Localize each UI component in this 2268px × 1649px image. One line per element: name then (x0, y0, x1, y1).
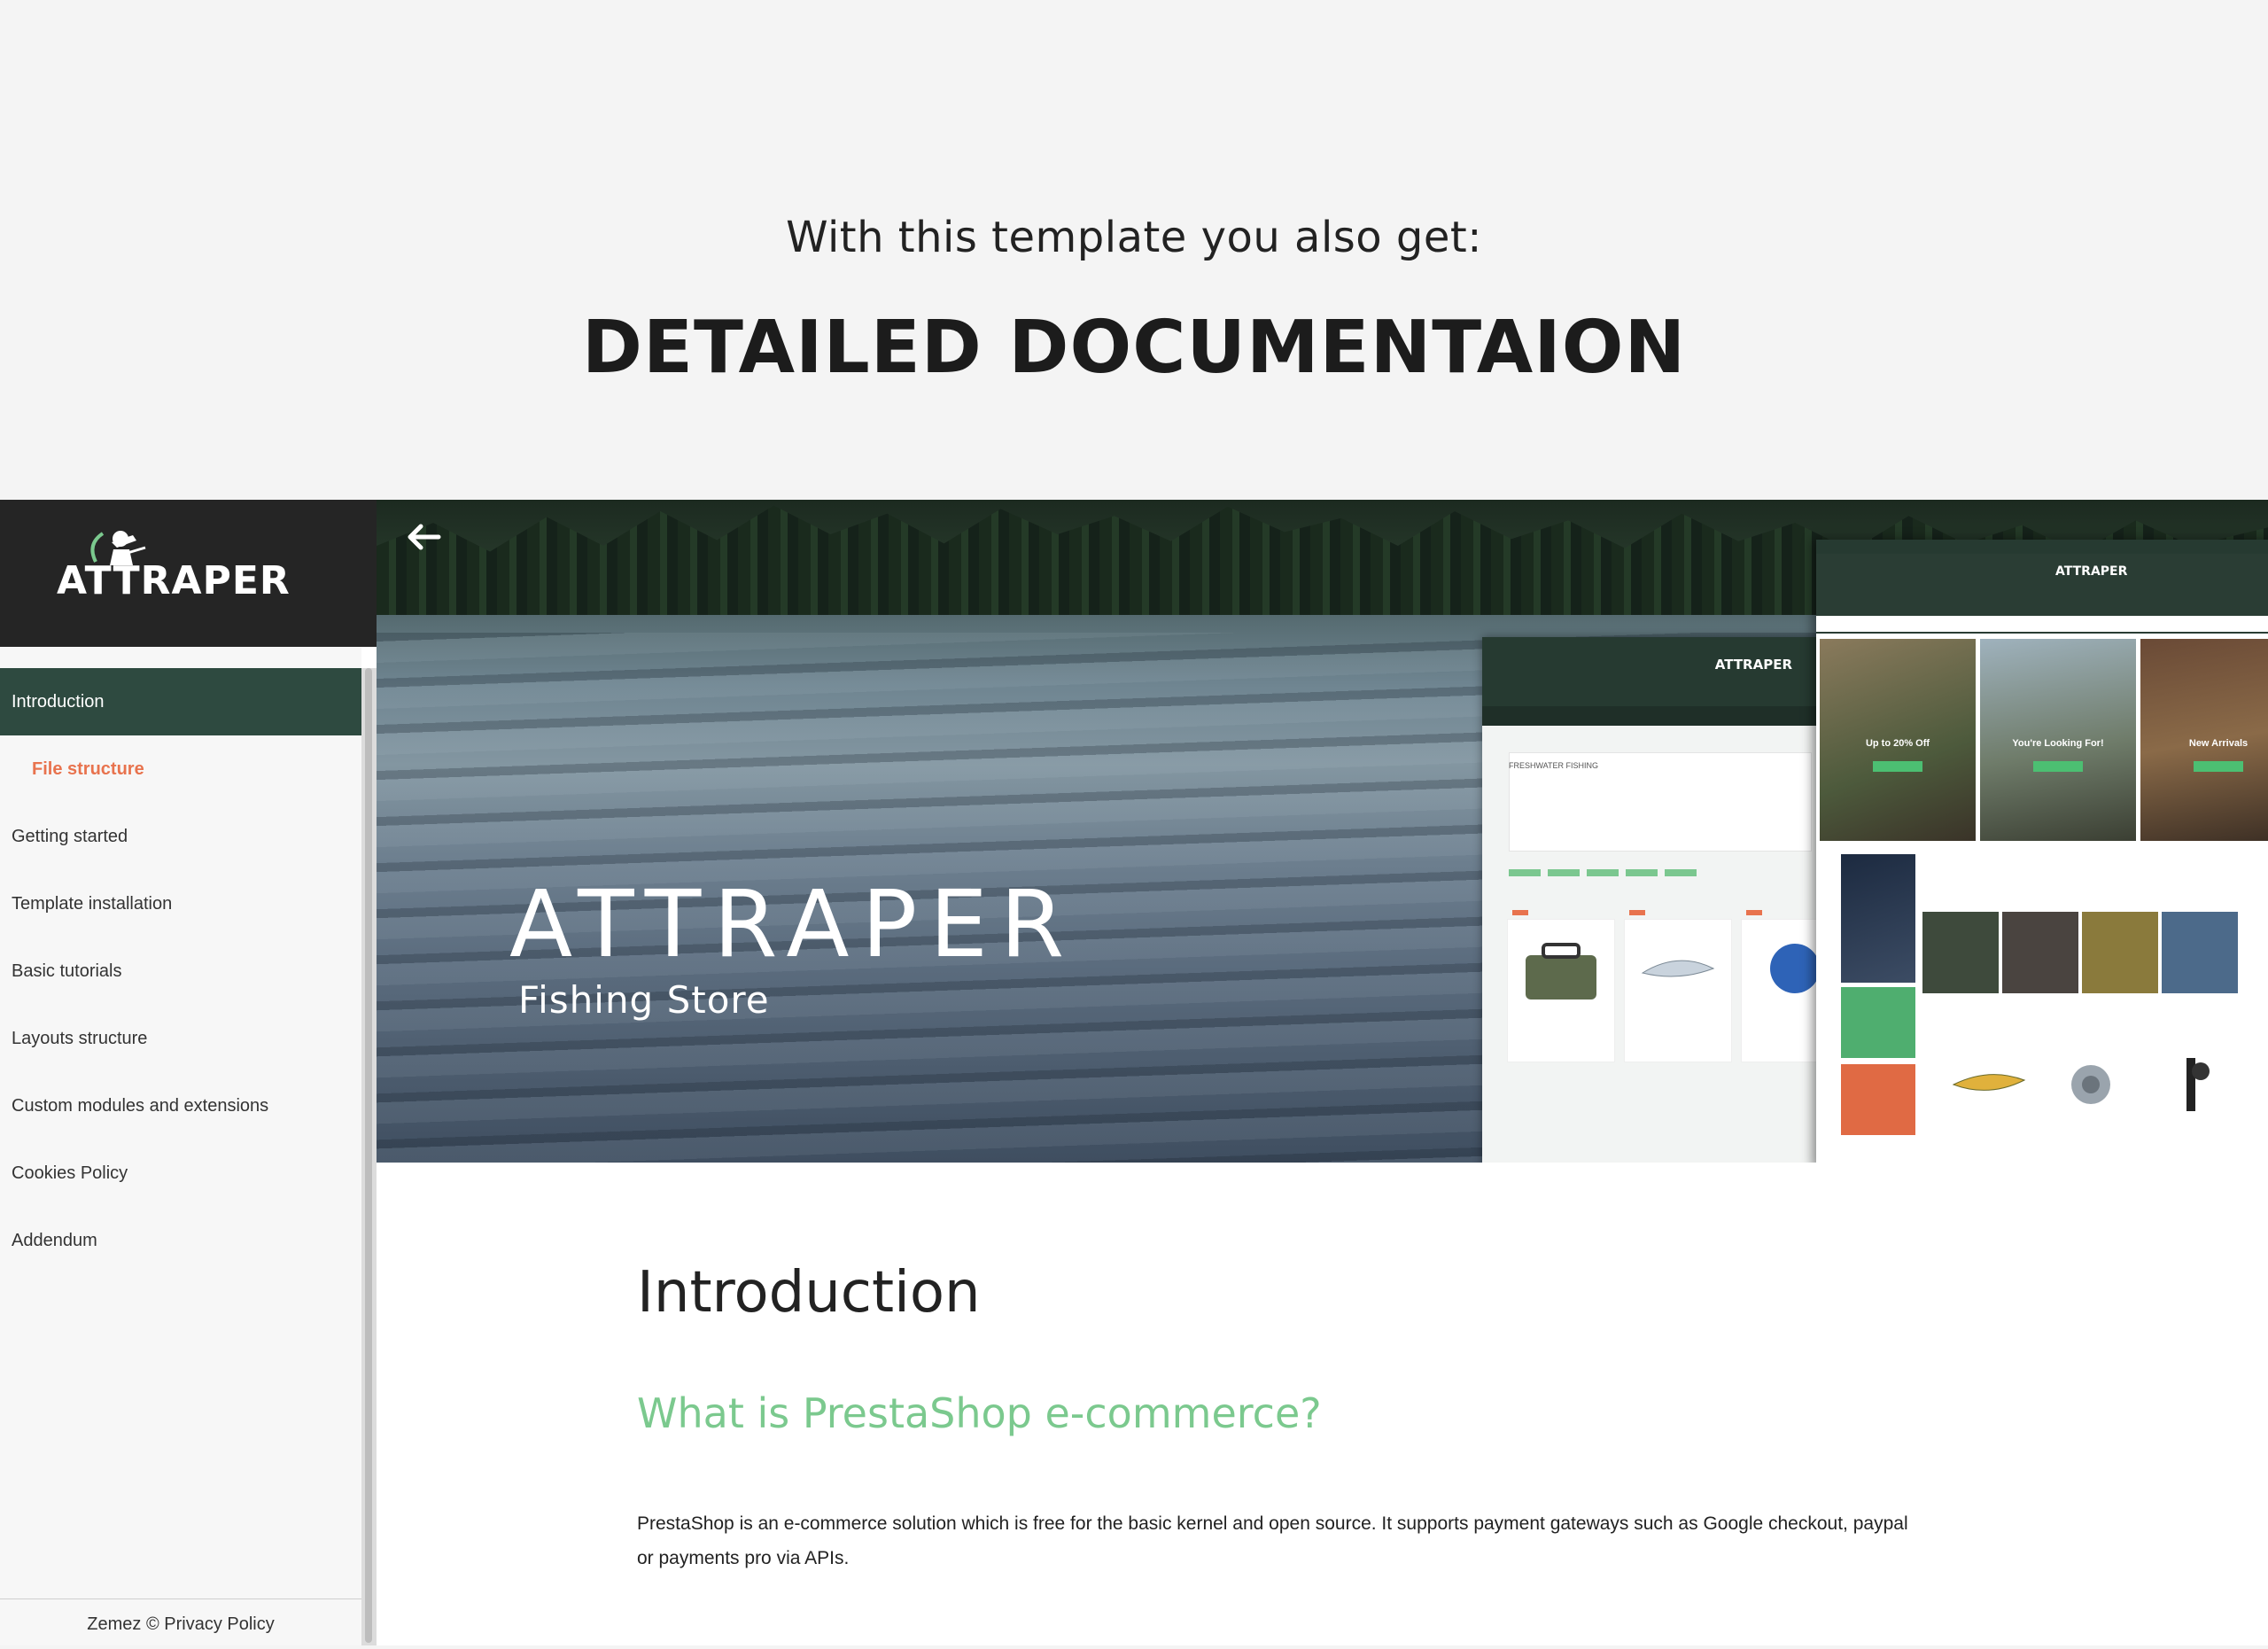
section-heading: What is PrestaShop e-commerce? (637, 1389, 1322, 1437)
mock-header (1816, 554, 2268, 616)
mock-category-tile (2002, 912, 2078, 993)
sidebar-item-template-installation[interactable]: Template installation (0, 870, 361, 937)
mock-banner: Up to 20% Off (1820, 639, 1976, 841)
mock-logo: ATTRAPER (2055, 564, 2128, 579)
lure-icon (1952, 1074, 2026, 1091)
sidebar-item-getting-started[interactable]: Getting started (0, 803, 361, 870)
mock-banner: You're Looking For! (1980, 639, 2136, 841)
sidebar-item-layouts-structure[interactable]: Layouts structure (0, 1005, 361, 1072)
mock-product-card (1624, 919, 1732, 1062)
sidebar-scrollbar[interactable] (361, 668, 377, 1645)
section-paragraph: PrestaShop is an e-commerce solution whi… (637, 1513, 1908, 1568)
tackle-box-icon (1526, 943, 1596, 1000)
reel-icon (2071, 1065, 2110, 1104)
doc-content: Introduction What is PrestaShop e-commer… (377, 1163, 2268, 1645)
mock-nav (1816, 616, 2268, 634)
mock-banner-button (2033, 761, 2083, 772)
mock-side-banner (1841, 854, 1915, 983)
mock-side-banner (1841, 1064, 1915, 1135)
mock-banner-text: Up to 20% Off (1865, 738, 1930, 749)
page-title: Introduction (637, 1260, 981, 1326)
mock-category-tile (2082, 912, 2158, 993)
sidebar-nav: Introduction File structure Getting star… (0, 668, 361, 1274)
rod-reel-icon (2186, 1058, 2210, 1111)
mock-filter-tags (1509, 869, 1704, 876)
hero-banner: ATTRAPER Fishing Store ATTRAPER FRESHWAT… (377, 500, 2268, 1163)
sidebar-item-file-structure[interactable]: File structure (0, 735, 361, 803)
lure-icon (1641, 960, 1715, 977)
mock-logo: ATTRAPER (1714, 657, 1792, 673)
mock-sale-label (1512, 910, 1528, 915)
logo-text: ATTRAPER (57, 558, 291, 603)
mock-product (2042, 1045, 2140, 1124)
mock-topbar (1816, 540, 2268, 554)
mock-side-banner (1841, 987, 1915, 1058)
mock-banner-button (2194, 761, 2243, 772)
mock-banner-text: New Arrivals (2188, 738, 2249, 749)
sidebar-footer: Zemez © Privacy Policy (0, 1598, 361, 1646)
mock-sale-label (1746, 910, 1762, 915)
sidebar-item-introduction[interactable]: Introduction (0, 668, 361, 735)
store-screenshot-home: ATTRAPER Up to 20% Off You're Looking Fo… (1816, 540, 2268, 1163)
mock-banner: New Arrivals (2140, 639, 2268, 841)
arrow-left-icon[interactable] (403, 519, 442, 555)
sidebar-scrollbar-thumb[interactable] (365, 668, 372, 1643)
promo-section: With this template you also get: DETAILE… (0, 0, 2268, 500)
mock-product (2144, 1045, 2241, 1124)
promo-title: DETAILED DOCUMENTAION (581, 306, 1687, 390)
sidebar-item-cookies-policy[interactable]: Cookies Policy (0, 1140, 361, 1207)
store-screenshot-category: ATTRAPER FRESHWATER FISHING (1482, 637, 1849, 1163)
sidebar-item-addendum[interactable]: Addendum (0, 1207, 361, 1274)
promo-subtitle: With this template you also get: (786, 213, 1482, 262)
footer-copyright: © (141, 1614, 165, 1634)
sidebar-item-basic-tutorials[interactable]: Basic tutorials (0, 937, 361, 1005)
sidebar: ATTRAPER Introduction File structure Get… (0, 500, 377, 1646)
mock-banner-button (1873, 761, 1922, 772)
mock-menu (1482, 706, 1819, 726)
footer-brand: Zemez (87, 1614, 142, 1634)
mock-product-card (1507, 919, 1615, 1062)
mock-category-tile (2162, 912, 2238, 993)
privacy-policy-link[interactable]: Privacy Policy (164, 1614, 274, 1634)
hero-subtitle: Fishing Store (518, 978, 770, 1022)
mock-category-tile (1922, 912, 1999, 993)
mock-category-title: FRESHWATER FISHING (1509, 761, 1598, 770)
mock-product (1940, 1045, 2038, 1124)
hero-title: ATTRAPER (509, 870, 1077, 978)
documentation-preview: ATTRAPER Introduction File structure Get… (0, 500, 2268, 1645)
mock-sale-label (1629, 910, 1645, 915)
mock-banner-text: You're Looking For! (2012, 738, 2104, 749)
sidebar-item-custom-modules[interactable]: Custom modules and extensions (0, 1072, 361, 1140)
sidebar-logo[interactable]: ATTRAPER (0, 500, 377, 647)
